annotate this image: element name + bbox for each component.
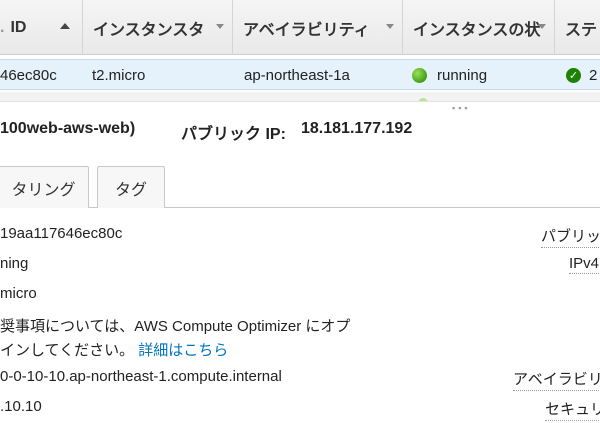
- detail-optimizer-line2: インしてください。 詳細はこちら: [0, 339, 228, 360]
- column-header-label: アベイラビリティ: [243, 21, 370, 39]
- column-header-label: インスタンスタ: [93, 21, 205, 39]
- chevron-down-icon[interactable]: [538, 24, 546, 29]
- column-header-availability-zone[interactable]: アベイラビリティ: [232, 0, 402, 55]
- label-public-dns: パブリッ: [541, 225, 600, 248]
- status-check-count: 2: [589, 67, 598, 84]
- detail-pane-header: 100web-aws-web) パブリック IP: 18.181.177.192: [0, 116, 600, 143]
- detail-instance-state: ning: [0, 255, 29, 272]
- column-header-instance-state[interactable]: インスタンスの状: [402, 0, 554, 55]
- public-ip-label: パブリック IP:: [181, 126, 286, 143]
- public-ip-value: 18.181.177.192: [301, 120, 413, 137]
- cell-instance-state: running: [412, 60, 554, 91]
- cell-status-check: ✓ 2: [566, 60, 600, 91]
- check-circle-icon: ✓: [566, 68, 581, 83]
- detail-tabs: タリング タグ: [0, 166, 600, 208]
- pane-resize-handle[interactable]: ▪▪▪: [452, 103, 471, 113]
- column-header-instance-type[interactable]: インスタンスタ: [82, 0, 232, 55]
- cell-instance-id[interactable]: 46ec80c: [0, 60, 82, 91]
- tab-monitoring[interactable]: タリング: [0, 166, 89, 208]
- running-status-icon: [412, 68, 427, 83]
- running-status-icon: [418, 98, 428, 101]
- column-header-id[interactable]: . ID: [0, 0, 82, 55]
- label-security-group: セキュリ: [545, 398, 600, 421]
- detail-optimizer-text: 奨事項については、AWS Compute Optimizer にオプ: [0, 318, 351, 335]
- instance-name: 100web-aws-web): [0, 120, 136, 137]
- optimizer-text-continued: インしてください。: [0, 342, 135, 359]
- detail-private-ip: .10.10: [0, 398, 42, 415]
- column-header-label: ID: [10, 18, 27, 36]
- detail-instance-id: 19aa117646ec80c: [0, 225, 123, 242]
- column-header-label: インスタンスの状: [413, 21, 541, 39]
- column-header-label: ステ: [565, 21, 598, 39]
- label-availability-zone: アベイラビリ: [513, 368, 600, 391]
- sort-ascending-icon[interactable]: [60, 23, 70, 29]
- cell-instance-type: t2.micro: [92, 67, 146, 84]
- chevron-down-icon[interactable]: [216, 24, 224, 29]
- table-header: . ID インスタンスタ アベイラビリティ インスタンスの状 ステ: [0, 0, 600, 55]
- state-label: running: [437, 67, 488, 84]
- cell-availability-zone: ap-northeast-1a: [244, 67, 350, 84]
- column-header-status-check[interactable]: ステ: [554, 0, 600, 55]
- detail-instance-type: micro: [0, 285, 37, 302]
- learn-more-link[interactable]: 詳細はこちら: [138, 342, 228, 359]
- chevron-down-icon[interactable]: [386, 24, 394, 29]
- table-row-selected[interactable]: 46ec80c t2.micro ap-northeast-1a running…: [0, 59, 600, 90]
- tab-tags[interactable]: タグ: [97, 166, 165, 208]
- detail-private-dns: 0-0-10-10.ap-northeast-1.compute.interna…: [0, 368, 282, 385]
- label-ipv4: IPv4: [569, 255, 600, 274]
- table-row[interactable]: [0, 92, 600, 102]
